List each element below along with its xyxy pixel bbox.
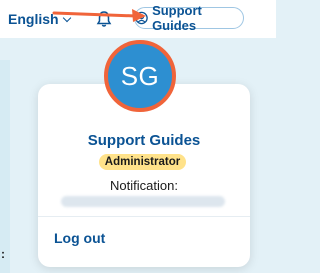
logout-link[interactable]: Log out — [54, 230, 105, 246]
chevron-down-icon — [62, 13, 71, 22]
background-panel-edge — [0, 60, 10, 273]
notification-value-redacted — [61, 196, 225, 207]
bell-icon[interactable] — [96, 10, 112, 28]
background-text-fragment: : — [1, 247, 5, 261]
avatar: SG — [104, 40, 176, 112]
profile-name: Support Guides — [87, 132, 201, 149]
language-selector[interactable]: English — [8, 10, 71, 28]
language-label: English — [8, 11, 59, 27]
account-menu-label: Support Guides — [152, 3, 202, 33]
top-bar: English Support Guides — [0, 0, 276, 38]
user-circle-icon — [135, 11, 148, 25]
role-label: Administrator — [104, 156, 181, 168]
role-badge: Administrator — [99, 154, 186, 170]
account-menu-button[interactable]: Support Guides — [134, 3, 244, 33]
notification-label: Notification: — [110, 178, 178, 193]
divider — [38, 216, 250, 217]
avatar-initials: SG — [120, 60, 160, 91]
